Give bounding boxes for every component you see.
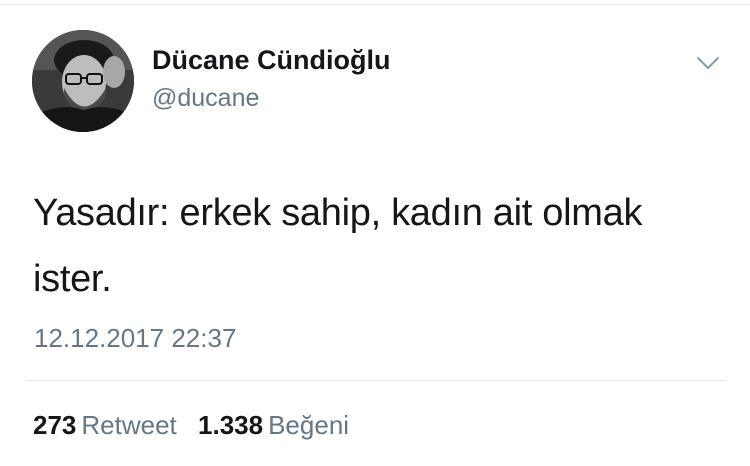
author-handle[interactable]: @ducane: [152, 84, 259, 113]
tweet-text: Yasadır: erkek sahip, kadın ait olmak is…: [33, 192, 643, 300]
avatar[interactable]: [32, 30, 134, 132]
author-display-name[interactable]: Dücane Cündioğlu: [152, 45, 391, 76]
retweet-stat[interactable]: 273 Retweet: [33, 410, 177, 441]
tweet-menu-button[interactable]: [694, 52, 722, 74]
retweet-label: Retweet: [81, 410, 177, 440]
top-divider: [0, 4, 750, 5]
like-stat[interactable]: 1.338 Beğeni: [198, 410, 349, 441]
chevron-down-icon: [694, 52, 722, 74]
retweet-count: 273: [33, 410, 77, 440]
tweet-timestamp[interactable]: 12.12.2017 22:37: [34, 323, 236, 354]
like-label: Beğeni: [268, 410, 350, 440]
stats-divider: [26, 380, 726, 381]
like-count: 1.338: [198, 410, 264, 440]
tweet-stats: 273 Retweet 1.338 Beğeni: [33, 410, 363, 441]
